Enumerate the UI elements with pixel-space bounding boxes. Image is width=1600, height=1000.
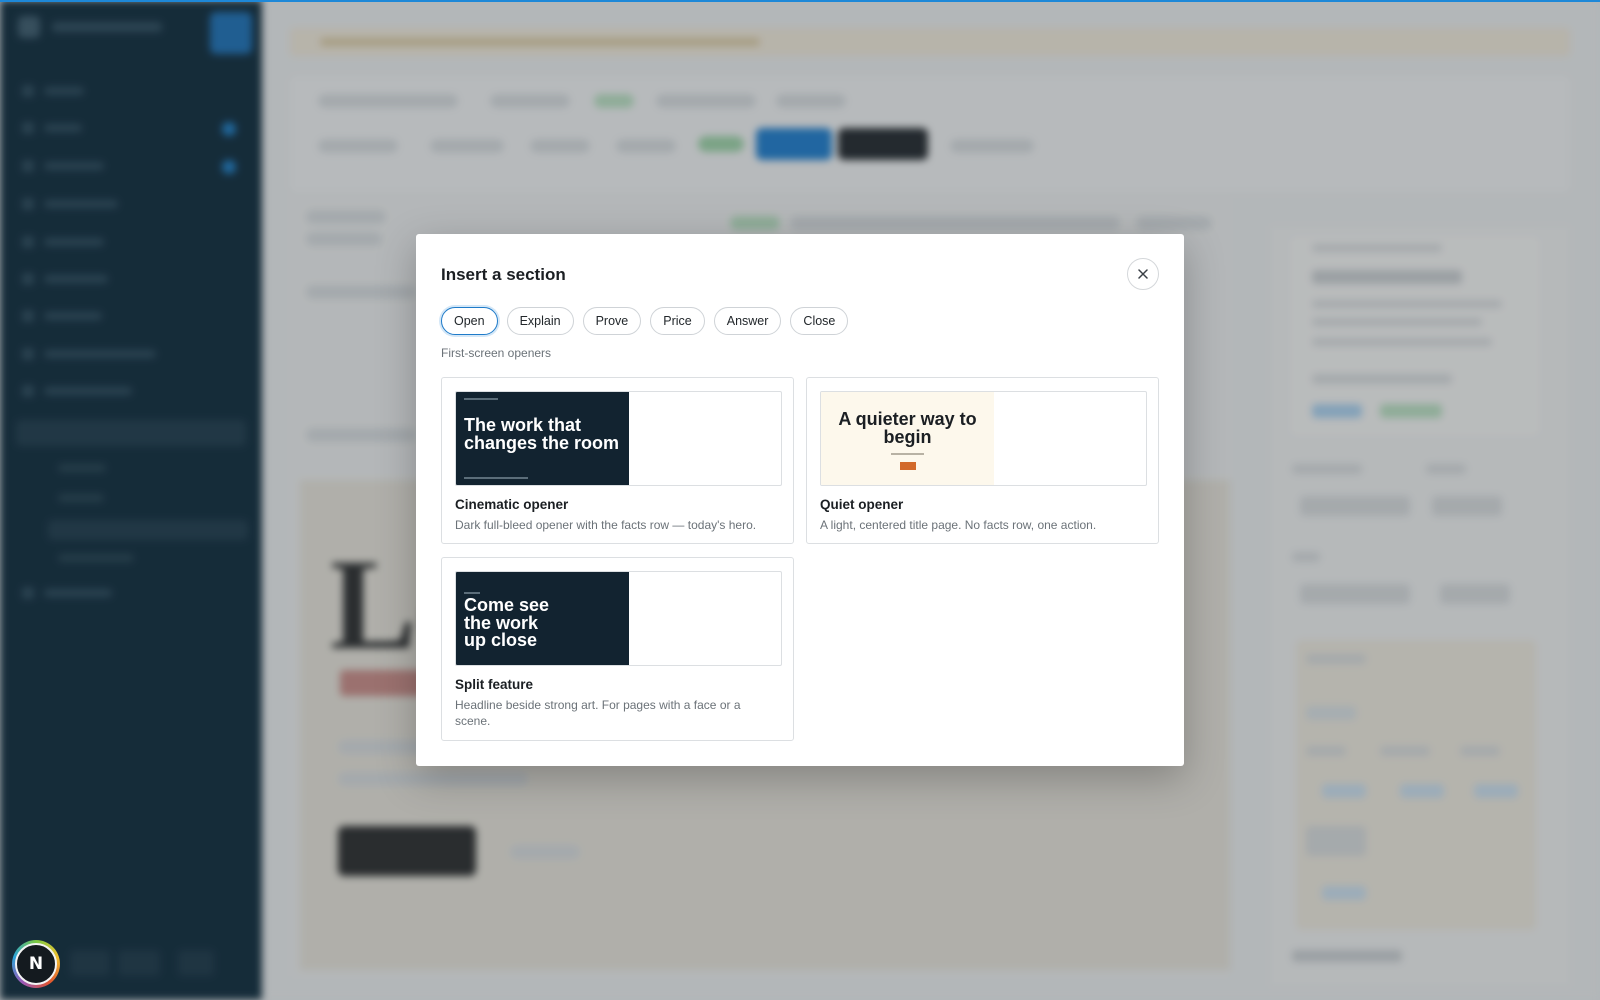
- section-description: Dark full-bleed opener with the facts ro…: [455, 518, 757, 532]
- section-preview: Come see the work up close: [455, 571, 782, 666]
- tab-close[interactable]: Close: [790, 307, 849, 335]
- close-button[interactable]: [1127, 258, 1159, 290]
- category-caption: First-screen openers: [441, 346, 552, 360]
- category-tabs: Open Explain Prove Price Answer Close: [441, 307, 849, 335]
- section-title: Quiet opener: [820, 497, 904, 512]
- section-description: Headline beside strong art. For pages wi…: [455, 698, 741, 728]
- avatar-initial: N: [15, 943, 57, 985]
- section-card-cinematic-opener[interactable]: The work that changes the room Cinematic…: [441, 377, 794, 544]
- section-description: A light, centered title page. No facts r…: [820, 518, 1097, 532]
- section-card-quiet-opener[interactable]: A quieter way to begin Quiet opener A li…: [806, 377, 1159, 544]
- tab-prove[interactable]: Prove: [582, 307, 642, 335]
- section-card-split-feature[interactable]: Come see the work up close Split feature…: [441, 557, 794, 741]
- top-accent-line: [0, 0, 1600, 2]
- section-title: Cinematic opener: [455, 497, 569, 512]
- user-avatar[interactable]: N: [12, 940, 60, 988]
- close-icon: [1138, 269, 1148, 279]
- preview-headline: The work that changes the room: [464, 415, 620, 453]
- preview-cta: [900, 462, 916, 470]
- preview-dark-panel: Come see the work up close: [456, 572, 629, 665]
- section-title: Split feature: [455, 677, 534, 692]
- insert-section-dialog: Insert a section Open Explain Prove Pric…: [416, 234, 1184, 766]
- tab-open[interactable]: Open: [441, 307, 498, 335]
- preview-dark-panel: The work that changes the room: [456, 392, 629, 485]
- section-preview: The work that changes the room: [455, 391, 782, 486]
- tab-explain[interactable]: Explain: [506, 307, 574, 335]
- tab-answer[interactable]: Answer: [713, 307, 782, 335]
- tab-price[interactable]: Price: [650, 307, 705, 335]
- preview-light-panel: A quieter way to begin: [821, 392, 994, 485]
- dialog-title: Insert a section: [441, 265, 566, 284]
- preview-headline: Come see the work up close: [464, 595, 550, 650]
- preview-headline: A quieter way to begin: [838, 409, 977, 447]
- section-preview: A quieter way to begin: [820, 391, 1147, 486]
